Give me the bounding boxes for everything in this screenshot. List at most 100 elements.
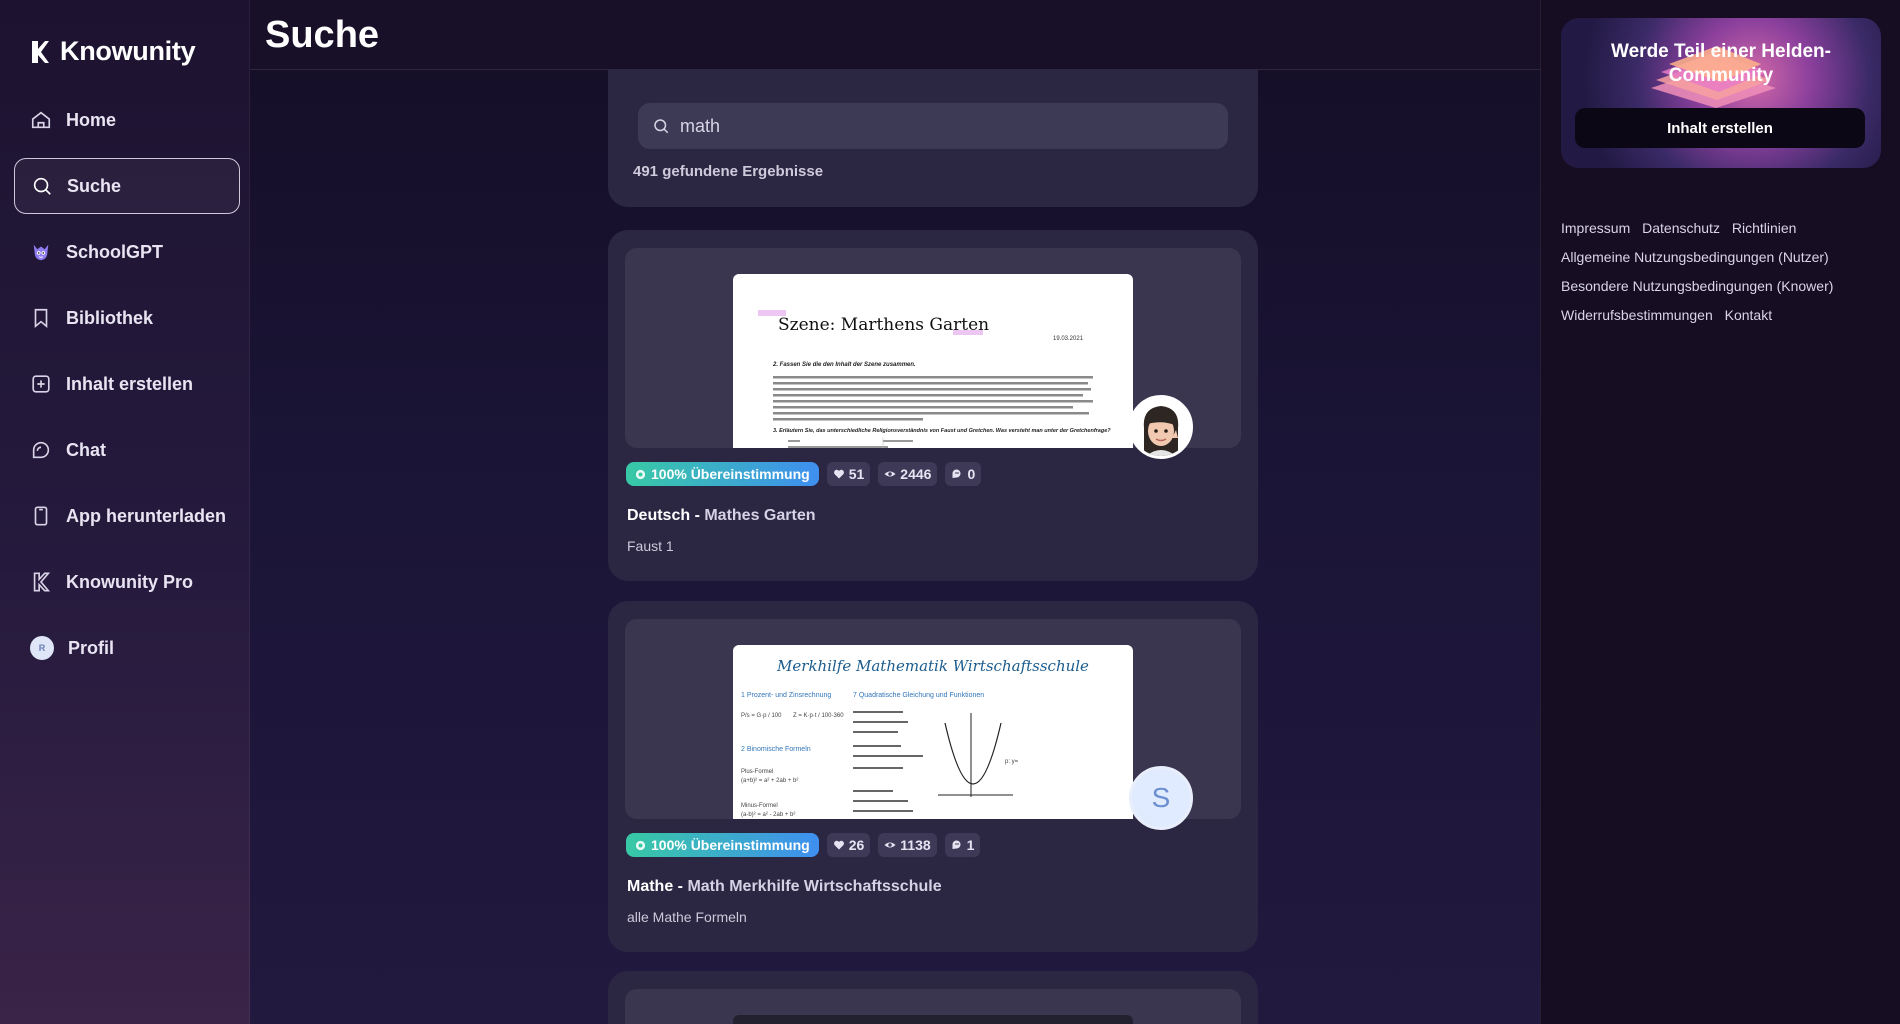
result-stats: 100% Übereinstimmung 51 2446 0 [626,462,982,486]
eye-icon [884,471,896,477]
result-title[interactable]: Mathe - Math Merkhilfe Wirtschaftsschule [627,878,942,896]
heart-icon [833,840,844,850]
result-name: Math Merkhilfe Wirtschaftsschule [687,878,942,895]
avatar: R [30,636,54,660]
views-count: 1138 [878,833,937,857]
match-badge: 100% Übereinstimmung [626,462,819,486]
comment-icon [952,469,961,478]
sidebar-item-app-herunterladen[interactable]: App herunterladen [14,488,240,544]
sidebar-item-label: SchoolGPT [66,241,164,262]
sidebar-item-home[interactable]: Home [14,92,240,148]
sidebar-item-label: App herunterladen [66,505,227,526]
sidebar-item-label: Bibliothek [66,307,154,328]
result-title[interactable]: Deutsch - Mathes Garten [627,507,815,525]
document-thumbnail: Merkhilfe Mathematik Wirtschaftsschule 1… [733,645,1133,819]
creator-avatar[interactable]: S [1129,766,1193,830]
sparkle-icon [635,469,646,479]
match-text: 100% Übereinstimmung [651,837,810,853]
title-separator: - [690,507,705,524]
sidebar-item-knowunity-pro[interactable]: Knowunity Pro [14,554,240,610]
sidebar-item-label: Home [66,109,117,130]
document-heading: Szene: Marthens Garten [778,315,989,335]
add-box-icon [32,375,50,393]
document-thumbnail [733,1015,1133,1024]
main-navigation: Home Suche SchoolGPT Bibliothek Inhalt e… [14,92,240,686]
views-value: 2446 [900,466,932,482]
svg-text:(a+b)² = a² + 2ab + b²: (a+b)² = a² + 2ab + b² [741,778,798,784]
community-promo-banner: Werde Teil einer Helden-Community Inhalt… [1561,18,1881,168]
eye-icon [884,842,896,848]
app-name: Knowunity [60,36,196,66]
sidebar: Knowunity Home Suche SchoolGPT Bibliothe… [0,0,250,1024]
sidebar-item-label: Chat [66,439,106,460]
comments-value: 1 [966,837,975,853]
sidebar-item-label: Inhalt erstellen [66,373,194,394]
svg-text:p: y=: p: y= [1005,759,1019,765]
sidebar-item-bibliothek[interactable]: Bibliothek [14,290,240,346]
main-content: math 491 gefundene Ergebnisse Szene: Mar… [250,0,1540,1024]
create-content-button[interactable]: Inhalt erstellen [1575,108,1865,148]
promo-title: Werde Teil einer Helden-Community [1611,41,1831,86]
document-date: 19.03.2021 [1053,336,1084,342]
result-card[interactable] [608,971,1258,1024]
sidebar-item-chat[interactable]: Chat [14,422,240,478]
link-agb-knower[interactable]: Besondere Nutzungsbedingungen (Knower) [1561,278,1833,294]
document-thumbnail: Szene: Marthens Garten 19.03.2021 2. Fas… [733,274,1133,448]
document-question-1: 2. Fassen Sie die den Inhalt der Szene z… [772,362,916,368]
sidebar-item-label: Profil [68,637,115,658]
svg-text:Z = K·p·t / 100·360: Z = K·p·t / 100·360 [793,713,844,719]
svg-text:(a-b)² = a² - 2ab + b²: (a-b)² = a² - 2ab + b² [741,812,795,818]
sidebar-item-inhalt-erstellen[interactable]: Inhalt erstellen [14,356,240,412]
result-card[interactable]: Szene: Marthens Garten 19.03.2021 2. Fas… [608,230,1258,581]
creator-avatar[interactable] [1129,395,1193,459]
chat-icon [32,441,50,459]
phone-icon [34,506,48,526]
link-richtlinien[interactable]: Richtlinien [1732,220,1797,236]
document-page-drawing: Szene: Marthens Garten 19.03.2021 2. Fas… [758,310,1111,448]
likes-value: 51 [848,466,865,482]
link-widerruf[interactable]: Widerrufsbestimmungen [1561,307,1713,323]
document-page-drawing: Merkhilfe Mathematik Wirtschaftsschule 1… [741,657,1089,818]
search-input[interactable]: math [638,103,1228,149]
right-panel: Werde Teil einer Helden-Community Inhalt… [1540,0,1900,1024]
link-agb-nutzer[interactable]: Allgemeine Nutzungsbedingungen (Nutzer) [1561,249,1829,265]
comments-value: 0 [967,466,976,482]
result-subject: Mathe [627,878,674,895]
document-section-2: 7 Quadratische Gleichung und Funktionen [853,692,984,699]
document-formula-plus: Plus-Formel [741,769,773,775]
result-card[interactable]: Merkhilfe Mathematik Wirtschaftsschule 1… [608,601,1258,952]
sidebar-item-profil[interactable]: R Profil [14,620,240,676]
link-datenschutz[interactable]: Datenschutz [1642,220,1720,236]
link-kontakt[interactable]: Kontakt [1725,307,1772,323]
footer-links: Impressum Datenschutz Richtlinien Allgem… [1561,214,1881,330]
sidebar-item-label: Suche [67,175,122,196]
result-stats: 100% Übereinstimmung 26 1138 1 [626,833,981,857]
likes-count: 51 [826,462,871,486]
comment-icon [952,840,961,849]
document-section-3: 2 Binomische Formeln [741,746,811,753]
result-subject: Deutsch [627,507,691,524]
memoji-avatar-icon [1132,398,1190,456]
comments-count: 1 [944,833,981,857]
heart-icon [833,469,844,479]
result-subtitle: alle Mathe Formeln [627,909,747,925]
sidebar-item-schoolgpt[interactable]: SchoolGPT [14,224,240,280]
results-count: 491 gefundene Ergebnisse [633,163,824,180]
sidebar-item-suche[interactable]: Suche [14,158,240,214]
result-name: Mathes Garten [704,507,816,524]
app-logo[interactable]: Knowunity [30,36,196,67]
knowunity-logo-icon [32,40,49,63]
link-impressum[interactable]: Impressum [1561,220,1630,236]
match-text: 100% Übereinstimmung [651,466,810,482]
document-preview[interactable] [625,989,1241,1024]
page-title: Suche [265,14,380,56]
result-subtitle: Faust 1 [627,538,674,554]
title-separator: - [673,878,688,895]
svg-text:P/s = G·p / 100: P/s = G·p / 100 [741,713,782,719]
sidebar-item-label: Knowunity Pro [66,571,193,592]
document-heading: Merkhilfe Mathematik Wirtschaftsschule [776,657,1089,675]
search-icon [654,119,669,134]
bookmark-icon [34,308,48,329]
home-icon [31,111,51,129]
creator-initial: S [1151,782,1171,813]
